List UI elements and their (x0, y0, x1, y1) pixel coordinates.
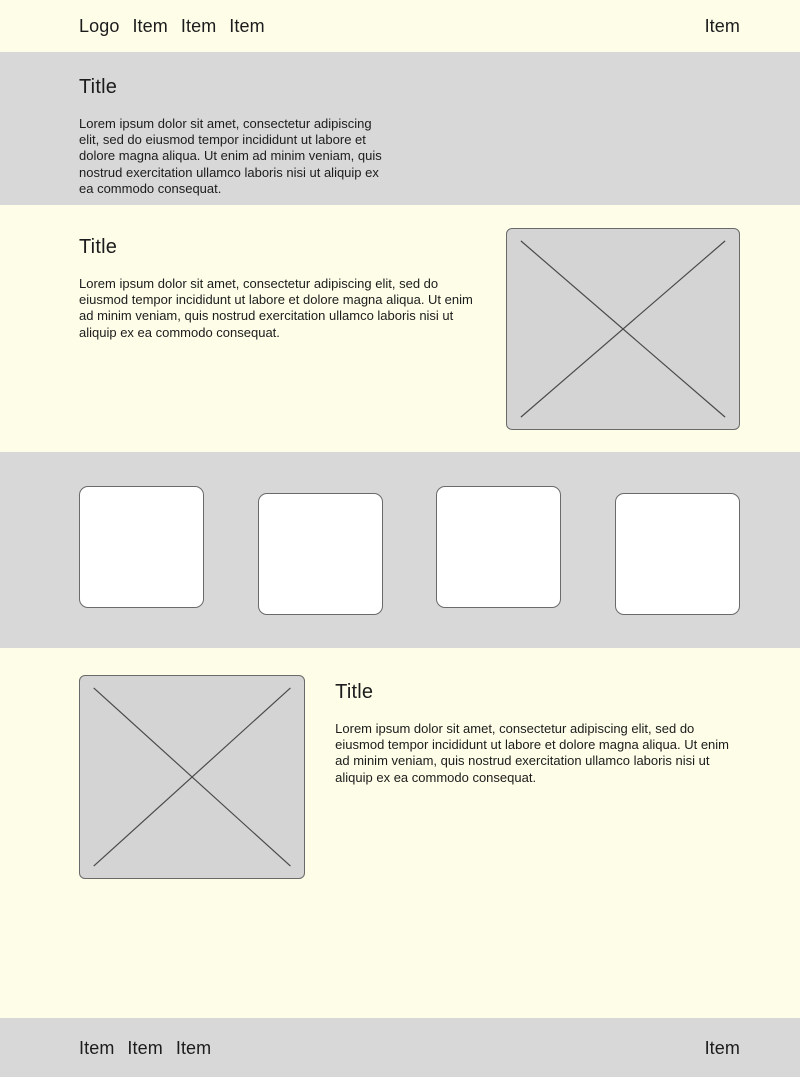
media-right-section: Title Lorem ipsum dolor sit amet, consec… (0, 205, 800, 452)
media-left-section: Title Lorem ipsum dolor sit amet, consec… (0, 648, 800, 1018)
header-nav-item-right[interactable]: Item (705, 15, 740, 37)
site-footer: Item Item Item Item (0, 1018, 800, 1077)
logo[interactable]: Logo (79, 15, 119, 37)
footer-nav-item-1[interactable]: Item (79, 1037, 114, 1059)
card-1[interactable] (79, 486, 204, 608)
media-left-text-column: Title Lorem ipsum dolor sit amet, consec… (335, 675, 740, 786)
media-left-body: Lorem ipsum dolor sit amet, consectetur … (335, 721, 729, 785)
footer-nav: Item Item Item (79, 1037, 211, 1059)
footer-nav-item-2[interactable]: Item (127, 1037, 162, 1059)
card-3[interactable] (436, 486, 562, 608)
header-nav: Logo Item Item Item (79, 15, 265, 37)
image-placeholder-icon (506, 228, 740, 430)
site-header: Logo Item Item Item Item (0, 0, 800, 52)
media-left-title: Title (335, 681, 374, 703)
card-row-section (0, 452, 800, 648)
wireframe-page: Logo Item Item Item Item Title Lorem ips… (0, 0, 800, 1077)
media-right-body: Lorem ipsum dolor sit amet, consectetur … (79, 276, 473, 340)
card-4[interactable] (614, 493, 740, 615)
header-nav-item-1[interactable]: Item (132, 15, 167, 37)
media-right-title: Title (79, 236, 118, 258)
footer-nav-item-right[interactable]: Item (705, 1037, 740, 1059)
intro-body: Lorem ipsum dolor sit amet, consectetur … (79, 116, 382, 196)
header-nav-item-2[interactable]: Item (181, 15, 216, 37)
image-placeholder-icon (79, 675, 306, 879)
card-2[interactable] (257, 493, 383, 615)
intro-title: Title (79, 76, 118, 98)
intro-section: Title Lorem ipsum dolor sit amet, consec… (0, 52, 800, 205)
header-nav-item-3[interactable]: Item (229, 15, 264, 37)
footer-nav-item-3[interactable]: Item (176, 1037, 211, 1059)
media-right-text-column: Title Lorem ipsum dolor sit amet, consec… (79, 228, 491, 341)
